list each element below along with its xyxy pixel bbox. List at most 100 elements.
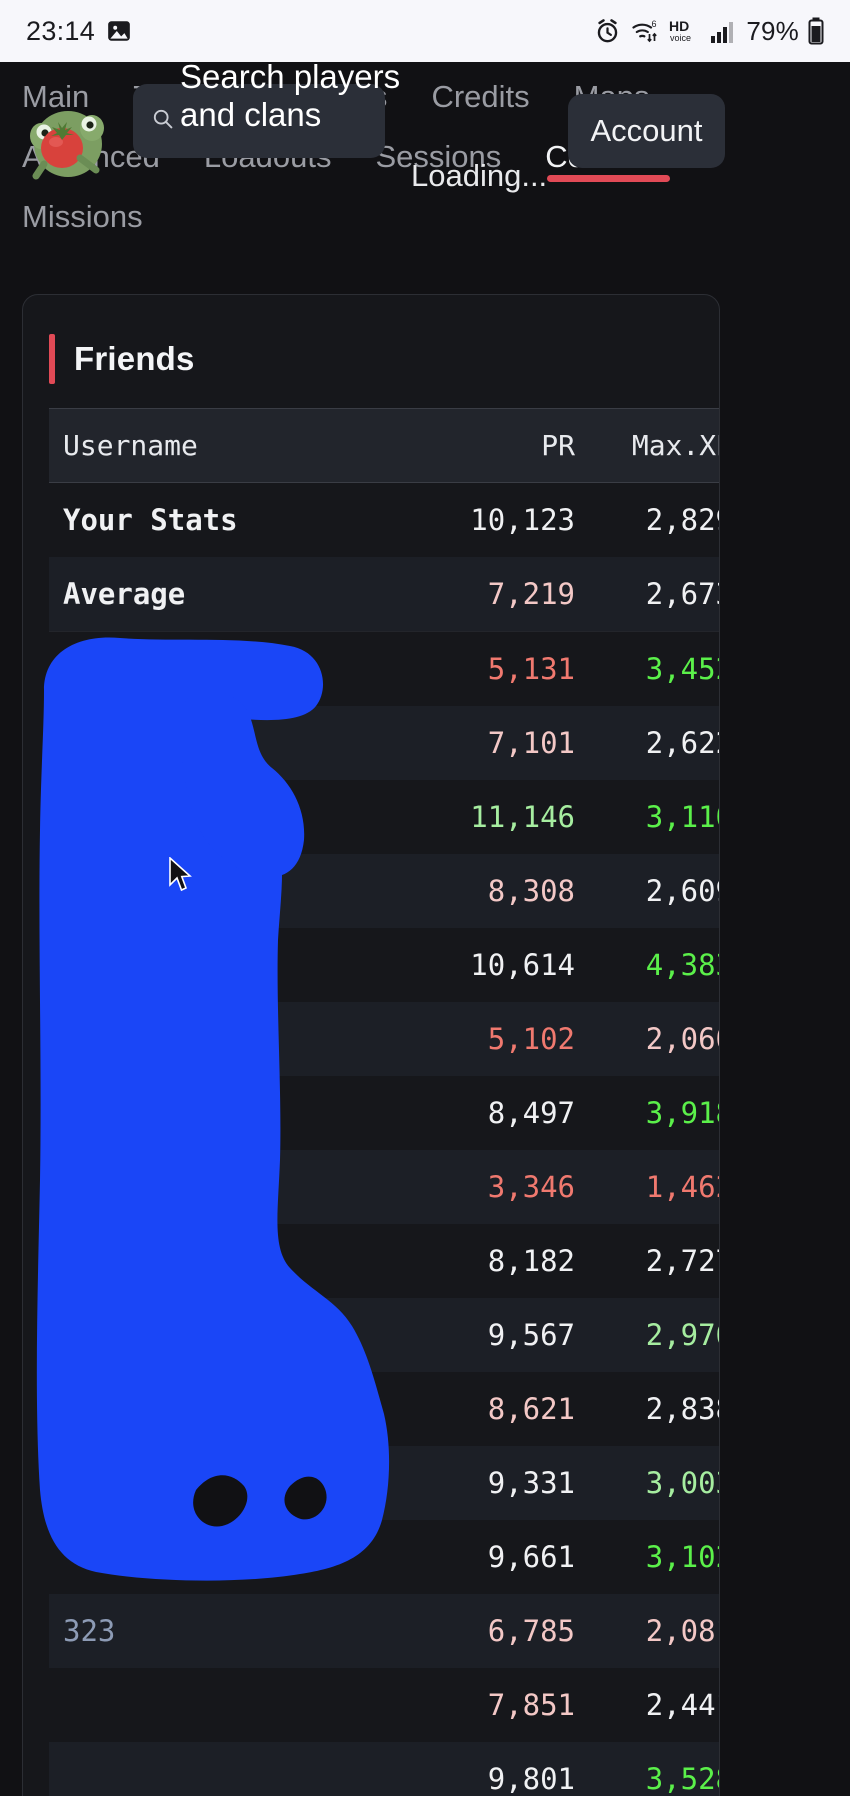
table-row[interactable]: 9,3313,0038,5	[49, 1446, 719, 1520]
table-row[interactable]: 8,4973,9187,9	[49, 1076, 719, 1150]
search-icon	[151, 107, 175, 136]
status-bar: 23:14 6 HD voice 79%	[0, 0, 850, 62]
table-row[interactable]: 8,3082,6098,6	[49, 854, 719, 928]
cell-username[interactable]	[49, 1150, 415, 1224]
cell-username[interactable]	[49, 928, 415, 1002]
alarm-icon	[598, 18, 618, 42]
image-icon	[108, 21, 130, 41]
cell-username[interactable]	[49, 632, 415, 707]
hd-voice-icon: HD voice	[669, 18, 691, 43]
cell-pr: 9,331	[487, 1466, 575, 1500]
frog-with-tomato-avatar[interactable]	[22, 92, 114, 184]
table-row[interactable]: 8,1822,7277,5	[49, 1224, 719, 1298]
cell-pr: 10,614	[470, 948, 575, 982]
status-clock: 23:14	[26, 15, 96, 46]
cell-pr: 11,146	[470, 800, 575, 834]
battery-percent: 79%	[746, 15, 799, 46]
cell-maxxp: 2,976	[645, 1318, 719, 1352]
cell-username[interactable]	[49, 1446, 415, 1520]
table-row[interactable]: 3,3461,4622,8	[49, 1150, 719, 1224]
search-input[interactable]	[133, 84, 385, 158]
table-header-row: Username PR Max.XP Max	[49, 408, 719, 483]
cell-username[interactable]	[49, 1298, 415, 1372]
cell-maxxp: 3,003	[645, 1466, 719, 1500]
table-row[interactable]: 7,1012,6228,4	[49, 706, 719, 780]
table-row[interactable]: 10,6144,3838,3	[49, 928, 719, 1002]
cell-pr: 8,308	[487, 874, 575, 908]
battery-icon	[808, 17, 824, 45]
cell-pr: 3,346	[487, 1170, 575, 1204]
svg-text:HD: HD	[669, 18, 689, 34]
username-link[interactable]: 323	[63, 1614, 115, 1648]
status-bar-left: 23:14	[26, 16, 132, 47]
table-row[interactable]: 5,1022,0604,4	[49, 1002, 719, 1076]
cell-username[interactable]	[49, 1224, 415, 1298]
cell-maxxp: 2,441	[645, 1688, 719, 1722]
cell-username[interactable]	[49, 1372, 415, 1446]
cell-pr: 9,801	[487, 1762, 575, 1796]
cell-username[interactable]: Your Stats	[49, 483, 415, 558]
table-row[interactable]: Average7,2192,6737,2	[49, 557, 719, 632]
col-header-maxxp[interactable]: Max.XP	[575, 408, 719, 483]
table-row[interactable]: 9,8013,52810,	[49, 1742, 719, 1796]
nav-item-missions[interactable]: Missions	[22, 188, 143, 246]
table-row[interactable]: 9,6613,1029,4	[49, 1520, 719, 1594]
cell-maxxp: 3,110	[645, 800, 719, 834]
wifi-icon: 6	[632, 19, 658, 42]
friends-table-scroll[interactable]: Username PR Max.XP Max Your Stats10,1232…	[49, 408, 719, 1796]
cell-maxxp: 2,081	[645, 1614, 719, 1648]
cell-pr: 8,497	[487, 1096, 575, 1130]
cell-username[interactable]	[49, 854, 415, 928]
col-header-pr[interactable]: PR	[415, 408, 575, 483]
friends-table-head: Username PR Max.XP Max	[49, 408, 719, 483]
cell-maxxp: 2,060	[645, 1022, 719, 1056]
cell-pr: 10,123	[470, 503, 575, 537]
account-button[interactable]: Account	[568, 94, 725, 168]
cell-username[interactable]	[49, 1668, 415, 1742]
table-row[interactable]: 3236,7852,0816,4	[49, 1594, 719, 1668]
friends-panel: Friends Username PR Max.XP Max Your Stat…	[22, 294, 720, 1796]
cell-username[interactable]: Average	[49, 557, 415, 632]
nav-row-3: Missions	[22, 188, 828, 252]
cell-maxxp: 2,727	[645, 1244, 719, 1278]
panel-title: Friends	[74, 340, 195, 377]
svg-text:6: 6	[652, 19, 657, 29]
table-row[interactable]: 8,6212,8388,4	[49, 1372, 719, 1446]
cell-pr: 5,131	[487, 652, 575, 686]
app-root: Main Tanks Rankings Credits Maps Advance…	[0, 62, 850, 1796]
cell-username[interactable]	[49, 1520, 415, 1594]
cell-username[interactable]	[49, 1742, 415, 1796]
signal-icon	[711, 22, 734, 43]
cell-maxxp: 2,673	[575, 557, 719, 632]
active-tab-underline	[547, 175, 670, 182]
cell-pr: 8,182	[487, 1244, 575, 1278]
cell-username[interactable]	[49, 780, 415, 854]
table-row[interactable]: 7,8512,4416,5	[49, 1668, 719, 1742]
cell-pr: 8,621	[487, 1392, 575, 1426]
status-bar-right: 6 HD voice 79%	[594, 16, 824, 47]
cell-pr: 5,102	[487, 1022, 575, 1056]
cell-pr: 7,851	[487, 1688, 575, 1722]
friends-table: Username PR Max.XP Max Your Stats10,1232…	[49, 408, 719, 1796]
cell-pr: 7,101	[487, 726, 575, 760]
cell-username[interactable]	[49, 1002, 415, 1076]
svg-text:voice: voice	[670, 33, 691, 43]
table-row[interactable]: 5,1313,4525,4	[49, 632, 719, 707]
table-row[interactable]: 9,5672,97610,	[49, 1298, 719, 1372]
col-header-username[interactable]: Username	[49, 408, 415, 483]
cell-username[interactable]: 323	[49, 1594, 415, 1668]
cell-maxxp: 2,838	[645, 1392, 719, 1426]
cell-maxxp: 3,918	[645, 1096, 719, 1130]
nav-item-credits[interactable]: Credits	[431, 68, 529, 126]
cell-maxxp: 3,452	[645, 652, 719, 686]
mouse-cursor	[169, 857, 192, 892]
username-text: Average	[63, 577, 186, 611]
table-row[interactable]: Your Stats10,1232,8298,7	[49, 483, 719, 558]
cell-pr: 7,219	[415, 557, 575, 632]
cell-pr: 9,661	[487, 1540, 575, 1574]
cell-username[interactable]	[49, 1076, 415, 1150]
cell-maxxp: 1,462	[645, 1170, 719, 1204]
cell-maxxp: 3,528	[645, 1762, 719, 1796]
cell-username[interactable]	[49, 706, 415, 780]
table-row[interactable]: 11,1463,1108,2	[49, 780, 719, 854]
